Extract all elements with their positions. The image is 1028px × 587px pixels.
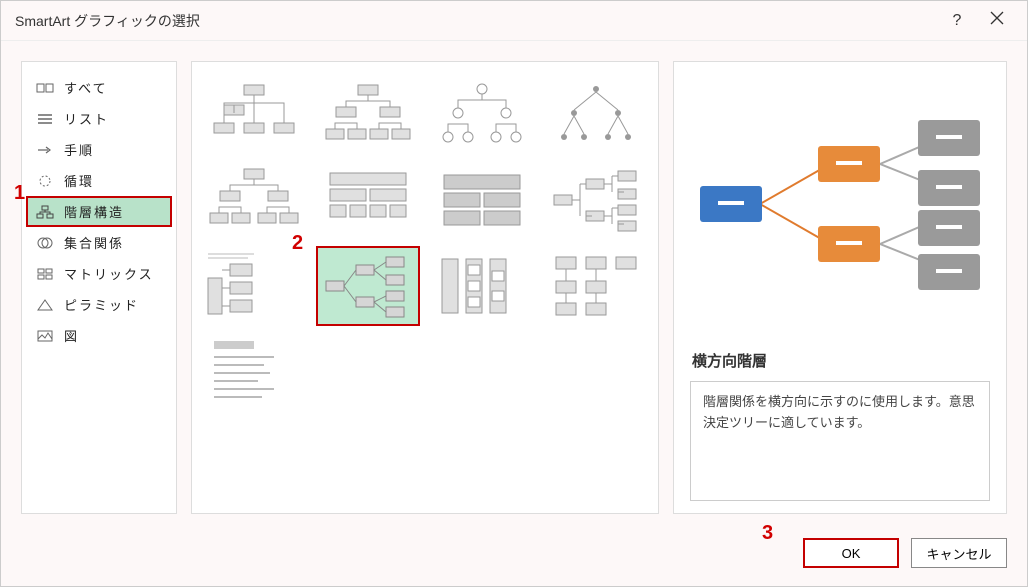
sidebar-item-picture[interactable]: 図 <box>26 320 172 351</box>
relationship-icon <box>36 236 54 250</box>
close-icon <box>990 11 1004 30</box>
ok-button[interactable]: OK <box>803 538 899 568</box>
gallery-thumb-block-hierarchy[interactable] <box>430 160 534 240</box>
smartart-dialog: SmartArt グラフィックの選択 ? すべて リスト <box>0 0 1028 587</box>
gallery-thumb-horizontal-hierarchy[interactable] <box>316 246 420 326</box>
gallery-thumb-table-hierarchy[interactable] <box>316 160 420 240</box>
sidebar-item-matrix[interactable]: マトリックス <box>26 258 172 289</box>
picture-icon <box>36 329 54 343</box>
gallery-thumb-horizontal-labeled-hierarchy[interactable] <box>202 246 306 326</box>
gallery-thumb-name-title-org-chart[interactable] <box>430 246 534 326</box>
sidebar-item-label: リスト <box>64 109 109 128</box>
sidebar-item-label: 図 <box>64 326 79 345</box>
titlebar: SmartArt グラフィックの選択 ? <box>1 1 1027 41</box>
list-icon <box>36 112 54 126</box>
gallery-thumb-circle-hierarchy[interactable] <box>430 74 534 154</box>
preview-panel: 横方向階層 階層関係を横方向に示すのに使用します。意思決定ツリーに適しています。 <box>673 61 1007 514</box>
preview-title: 横方向階層 <box>692 350 990 371</box>
sidebar-item-label: すべて <box>64 78 108 97</box>
dialog-body: すべて リスト 手順 循環 <box>1 41 1027 534</box>
hierarchy-icon <box>36 205 54 219</box>
cycle-icon <box>36 174 54 188</box>
process-icon <box>36 143 54 157</box>
layout-gallery <box>191 61 659 514</box>
gallery-thumb-org-chart[interactable] <box>202 74 306 154</box>
sidebar-item-label: 階層構造 <box>64 202 124 221</box>
sidebar-item-hierarchy[interactable]: 階層構造 <box>26 196 172 227</box>
gallery-thumb-dot-hierarchy[interactable] <box>544 74 648 154</box>
sidebar-item-label: 手順 <box>64 140 94 159</box>
matrix-icon <box>36 267 54 281</box>
preview-canvas <box>690 74 990 334</box>
gallery-thumb-horizontal-org-chart[interactable] <box>544 160 648 240</box>
sidebar-item-all[interactable]: すべて <box>26 72 172 103</box>
help-button[interactable]: ? <box>937 2 977 40</box>
gallery-thumb-labeled-hierarchy[interactable] <box>202 160 306 240</box>
sidebar-item-label: マトリックス <box>64 264 154 283</box>
category-sidebar: すべて リスト 手順 循環 <box>21 61 177 514</box>
sidebar-item-relationship[interactable]: 集合関係 <box>26 227 172 258</box>
close-button[interactable] <box>977 2 1017 40</box>
sidebar-item-label: 集合関係 <box>64 233 124 252</box>
sidebar-item-label: 循環 <box>64 171 94 190</box>
gallery-thumb-hierarchy[interactable] <box>316 74 420 154</box>
sidebar-item-pyramid[interactable]: ピラミッド <box>26 289 172 320</box>
sidebar-item-list[interactable]: リスト <box>26 103 172 134</box>
sidebar-item-cycle[interactable]: 循環 <box>26 165 172 196</box>
gallery-thumb-half-circle-org-chart[interactable] <box>544 246 648 326</box>
sidebar-item-process[interactable]: 手順 <box>26 134 172 165</box>
dialog-footer: OK キャンセル <box>1 534 1027 586</box>
all-icon <box>36 81 54 95</box>
cancel-button[interactable]: キャンセル <box>911 538 1007 568</box>
dialog-title: SmartArt グラフィックの選択 <box>11 11 937 31</box>
pyramid-icon <box>36 298 54 312</box>
gallery-thumb-hierarchy-list[interactable] <box>202 332 306 412</box>
preview-description: 階層関係を横方向に示すのに使用します。意思決定ツリーに適しています。 <box>690 381 990 501</box>
sidebar-item-label: ピラミッド <box>64 295 139 314</box>
